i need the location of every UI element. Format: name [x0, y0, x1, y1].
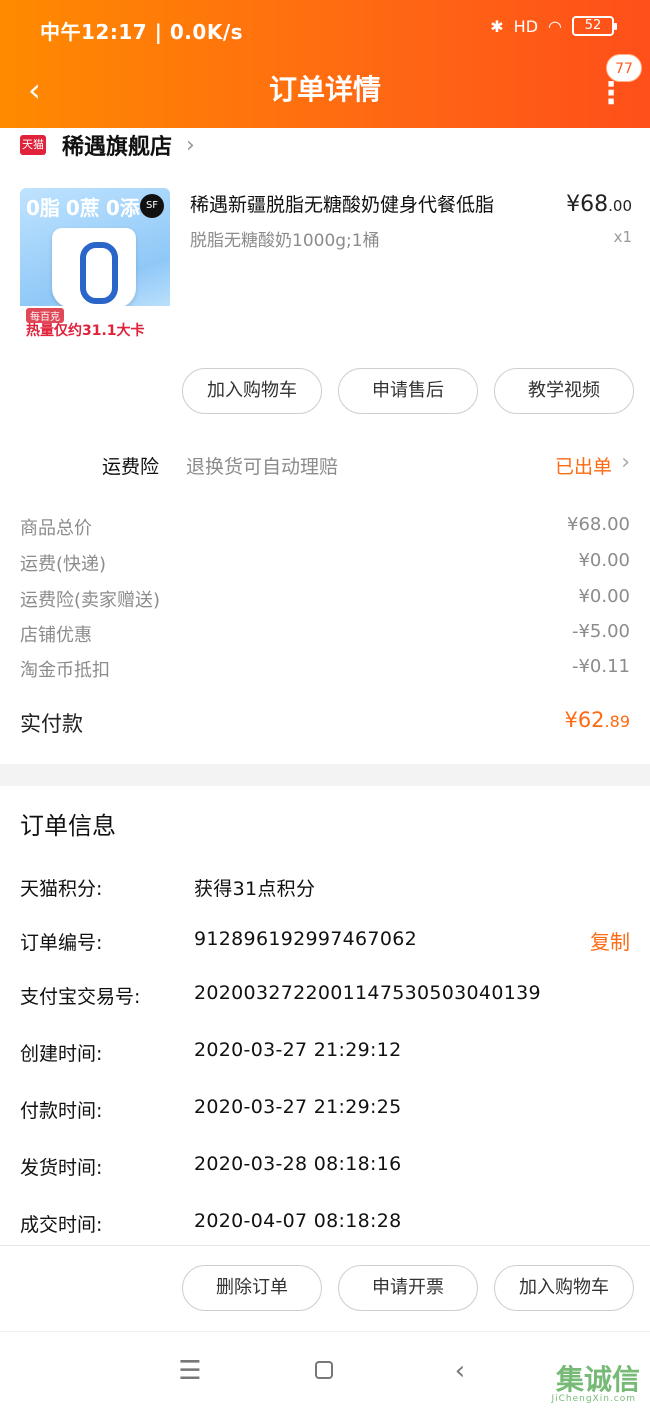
info-label: 发货时间:: [20, 1157, 103, 1179]
price-main: ¥68: [566, 192, 609, 217]
signal-icon: HD: [513, 16, 539, 36]
copy-button[interactable]: 复制: [590, 926, 630, 955]
nav-bar: ‹ 订单详情 ⋮ 77: [0, 54, 650, 120]
product-image-caption: 每百克 热量仅约31.1大卡: [20, 306, 170, 340]
cost-label: 运费险(卖家赠送): [20, 590, 161, 611]
info-value: 2020-04-07 08:18:28: [194, 1210, 402, 1232]
image-calorie-text: 热量仅约31.1大卡: [26, 323, 145, 339]
add-to-cart-button[interactable]: 加入购物车: [494, 1265, 634, 1311]
after-sale-button[interactable]: 申请售后: [338, 368, 478, 414]
cost-value: -¥0.11: [571, 656, 630, 677]
info-value: 2020-03-27 21:29:25: [194, 1096, 402, 1118]
info-label: 天猫积分:: [20, 878, 103, 900]
section-divider: [0, 764, 650, 786]
info-value: 2020032722001147530503040139: [194, 982, 541, 1004]
watermark-domain: JiChengXin.com: [551, 1394, 636, 1404]
paid-label: 实付款: [20, 712, 83, 736]
product-image[interactable]: 0脂 0蔗 0添 SF 每百克 热量仅约31.1大卡: [20, 188, 170, 340]
info-row-points: 天猫积分: 获得31点积分: [20, 870, 630, 906]
status-icons: ✱ HD ◠ 52: [490, 16, 617, 36]
add-to-cart-button[interactable]: 加入购物车: [182, 368, 322, 414]
product-sku: 脱脂无糖酸奶1000g;1桶: [190, 231, 380, 251]
info-value: 2020-03-27 21:29:12: [194, 1039, 402, 1061]
cost-label: 店铺优惠: [20, 625, 92, 646]
image-badge-text: 0蔗: [65, 196, 100, 220]
cost-row: 运费险(卖家赠送) ¥0.00: [20, 584, 630, 614]
price-decimal: .00: [608, 197, 632, 215]
shop-name[interactable]: 稀遇旗舰店: [62, 129, 172, 161]
shop-header[interactable]: 天猫 稀遇旗舰店 ›: [20, 128, 195, 162]
system-back-icon[interactable]: ‹: [440, 1354, 480, 1388]
cost-value: ¥0.00: [578, 586, 630, 607]
info-row-alipay-number: 支付宝交易号: 2020032722001147530503040139: [20, 978, 630, 1014]
info-label: 订单编号:: [20, 932, 103, 954]
cost-label: 商品总价: [20, 518, 92, 539]
notification-badge[interactable]: 77: [606, 54, 642, 82]
cost-value: ¥68.00: [567, 514, 630, 535]
product-price: ¥68.00: [566, 192, 632, 217]
order-info-title: 订单信息: [20, 812, 116, 840]
chevron-right-icon: ›: [621, 450, 630, 475]
battery-icon: 52: [572, 16, 617, 36]
product-title[interactable]: 稀遇新疆脱脂无糖酸奶健身代餐低脂: [190, 190, 550, 220]
cost-value: ¥0.00: [578, 550, 630, 571]
info-label: 支付宝交易号:: [20, 986, 141, 1008]
status-time-speed: 中午12:17 | 0.0K/s: [40, 20, 244, 44]
cost-value: -¥5.00: [571, 621, 630, 642]
image-badge-text: 0添: [105, 196, 140, 220]
paid-decimal: .89: [604, 712, 630, 731]
tmall-logo-icon: 天猫: [20, 135, 46, 155]
insurance-label: 运费险: [102, 456, 160, 478]
info-row-completed-time: 成交时间: 2020-04-07 08:18:28: [20, 1206, 630, 1242]
watermark-logo: 集诚信: [555, 1363, 640, 1396]
info-row-order-number: 订单编号: 912896192997467062 复制: [20, 924, 630, 960]
insurance-desc: 退换货可自动理赔: [186, 456, 339, 478]
bottom-action-bar: 删除订单 申请开票 加入购物车: [0, 1245, 650, 1331]
info-value: 912896192997467062: [194, 928, 417, 950]
cost-row: 淘金币抵扣 -¥0.11: [20, 654, 630, 684]
request-invoice-button[interactable]: 申请开票: [338, 1265, 478, 1311]
info-row-created: 创建时间: 2020-03-27 21:29:12: [20, 1035, 630, 1071]
cost-label: 淘金币抵扣: [20, 660, 110, 681]
app-header: 中午12:17 | 0.0K/s ✱ HD ◠ 52 ‹ 订单详情 ⋮ 77: [0, 0, 650, 128]
status-bar: 中午12:17 | 0.0K/s ✱ HD ◠ 52: [0, 0, 650, 60]
menu-icon[interactable]: ☰: [170, 1354, 210, 1388]
yogurt-tub-graphic: [52, 228, 136, 308]
paid-amount: ¥62.89: [564, 708, 630, 732]
home-square-icon[interactable]: [304, 1354, 344, 1388]
tutorial-video-button[interactable]: 教学视频: [494, 368, 634, 414]
info-label: 付款时间:: [20, 1100, 103, 1122]
cost-row: 商品总价 ¥68.00: [20, 512, 630, 542]
info-row-shipped-time: 发货时间: 2020-03-28 08:18:16: [20, 1149, 630, 1185]
bluetooth-icon: ✱: [490, 16, 504, 36]
product-quantity: x1: [613, 228, 632, 246]
wifi-icon: ◠: [548, 16, 562, 36]
info-label: 创建时间:: [20, 1043, 103, 1065]
page-title: 订单详情: [268, 73, 381, 106]
paid-main: ¥62: [564, 708, 605, 732]
chevron-right-icon: ›: [186, 132, 195, 158]
info-value: 获得31点积分: [194, 878, 316, 900]
cost-row: 运费(快递) ¥0.00: [20, 548, 630, 578]
insurance-status[interactable]: 已出单: [555, 452, 612, 479]
cost-row: 店铺优惠 -¥5.00: [20, 619, 630, 649]
info-value: 2020-03-28 08:18:16: [194, 1153, 402, 1175]
shipping-insurance-row[interactable]: 运费险 退换货可自动理赔 已出单 ›: [0, 446, 650, 486]
delete-order-button[interactable]: 删除订单: [182, 1265, 322, 1311]
image-badge-text: 0脂: [26, 196, 60, 220]
info-label: 成交时间:: [20, 1214, 103, 1236]
sf-express-logo-icon: SF: [140, 194, 164, 218]
info-row-paid-time: 付款时间: 2020-03-27 21:29:25: [20, 1092, 630, 1128]
cost-label: 运费(快递): [20, 554, 107, 575]
